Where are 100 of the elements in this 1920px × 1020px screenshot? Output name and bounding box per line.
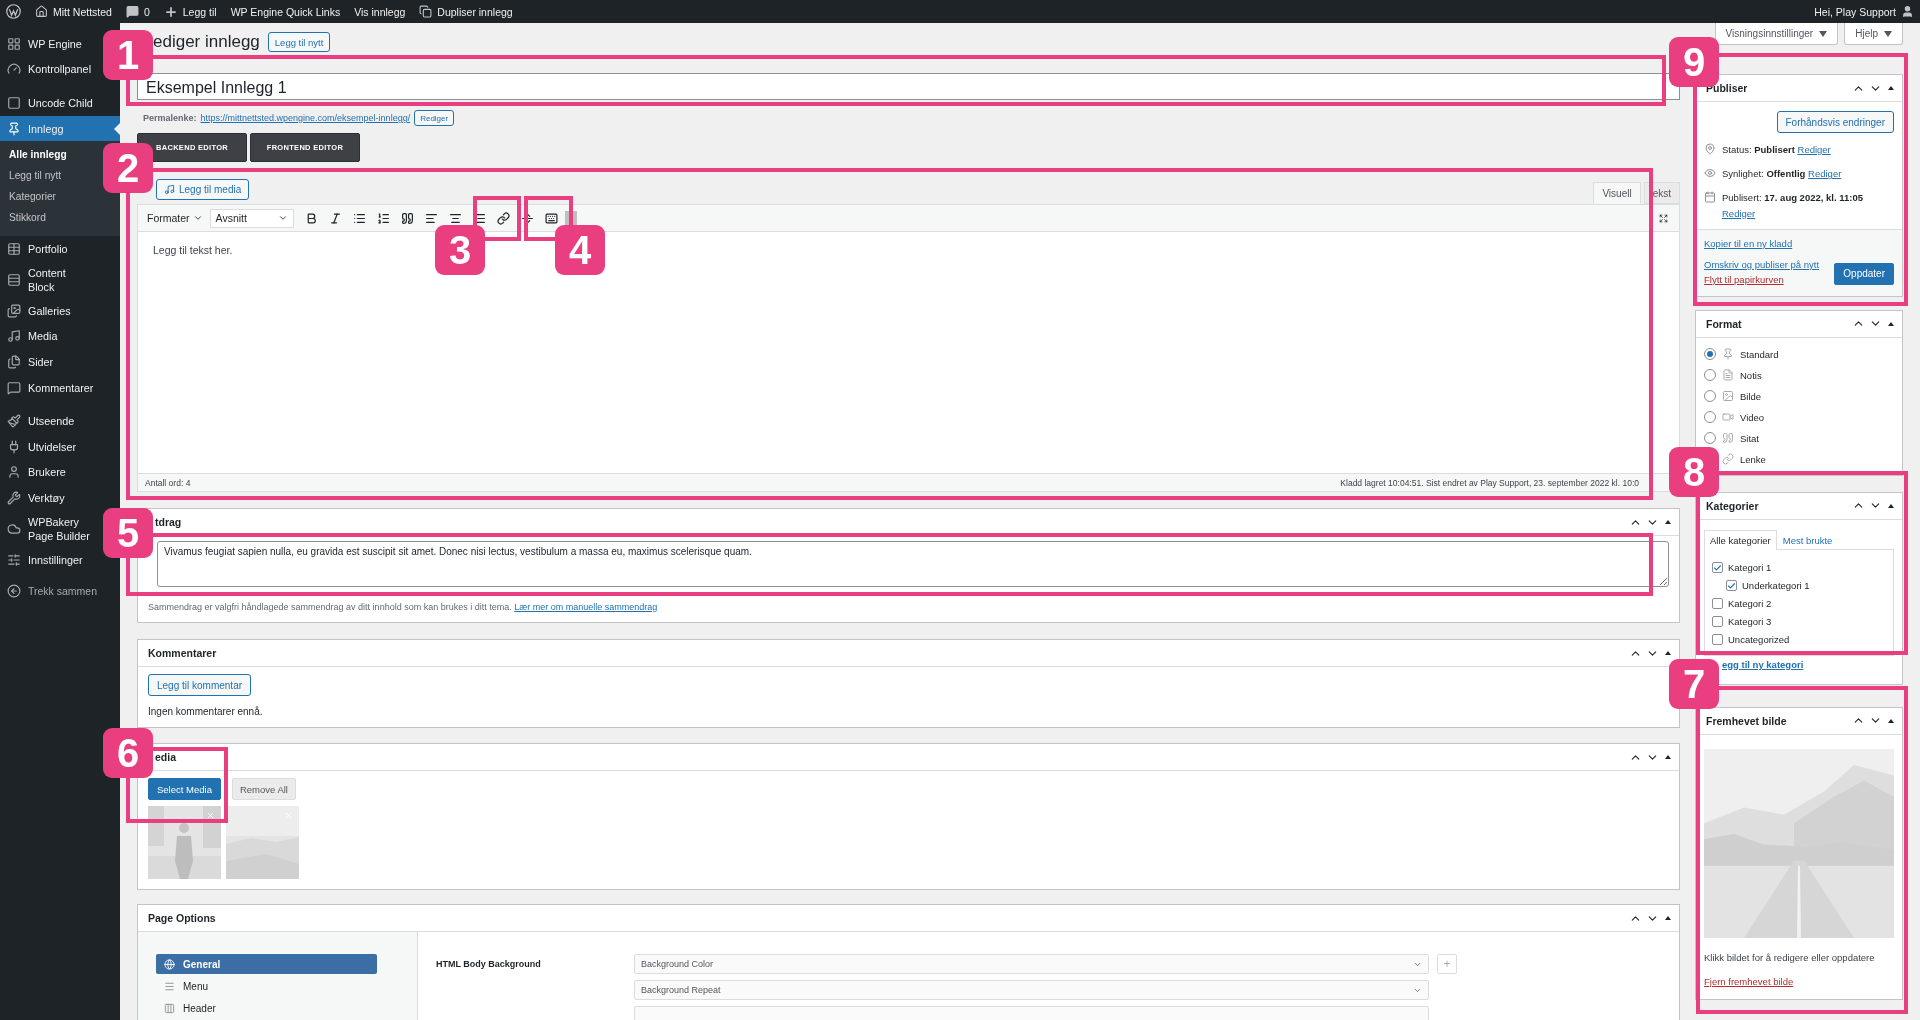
sidebar-item[interactable]: Utseende — [0, 408, 81, 434]
sidebar-item[interactable]: Portfolio — [0, 236, 74, 262]
title-field[interactable]: Eksempel Innlegg 1 — [137, 73, 1680, 100]
sidebar-item[interactable]: Kommentarer — [0, 374, 100, 401]
images-icon — [7, 303, 21, 318]
help-button[interactable]: Hjelp — [1844, 23, 1903, 45]
collapse-icon — [7, 584, 21, 599]
select-media-button[interactable]: Select Media — [148, 778, 221, 800]
submenu-item[interactable]: Stikkord — [0, 209, 55, 231]
collapse-triangle-icon[interactable] — [1886, 84, 1896, 92]
checkbox[interactable] — [1712, 616, 1723, 628]
submenu-item[interactable]: Kategorier — [0, 188, 65, 210]
collapse-triangle-icon[interactable] — [1663, 518, 1673, 526]
radio-button[interactable] — [1704, 369, 1716, 382]
category-tab[interactable]: Mest brukte — [1776, 529, 1839, 550]
edit-link[interactable]: Rediger — [1808, 168, 1842, 180]
sidebar-item[interactable]: Brukere — [0, 459, 72, 486]
checkbox[interactable] — [1712, 634, 1723, 646]
admin-bar-item[interactable]: WP Engine Quick Links — [230, 5, 341, 18]
sidebar-item[interactable]: Uncode Child — [0, 90, 99, 116]
editor-content[interactable]: Legg til tekst her. — [153, 244, 233, 256]
format-label: Notis — [1740, 369, 1762, 381]
checkbox[interactable] — [1726, 580, 1737, 592]
account-menu[interactable]: Hei, Play Support — [1814, 5, 1914, 18]
radio-button[interactable] — [1704, 390, 1716, 403]
admin-bar-item[interactable]: Vis innlegg — [354, 5, 406, 18]
panel-title: edia — [155, 751, 176, 763]
add-new-button[interactable]: Legg til nytt — [267, 32, 331, 52]
learn-more-link[interactable]: Lær mer om manuelle sammendrag — [514, 602, 658, 612]
formats-dropdown[interactable]: Formater — [143, 212, 207, 224]
submenu-item[interactable]: Alle innlegg — [0, 146, 76, 168]
edit-link[interactable]: Rediger — [1722, 207, 1756, 219]
add-media-button[interactable]: Legg til media — [156, 179, 250, 200]
select-field[interactable]: Background Repeat — [634, 980, 1429, 1000]
rewrite-link[interactable]: Omskriv og publiser på nytt — [1704, 258, 1820, 270]
media-icon — [7, 329, 21, 344]
pin-icon — [1722, 348, 1734, 361]
radio-button[interactable] — [1704, 348, 1716, 361]
sidebar-item[interactable]: WP Engine — [0, 31, 88, 57]
calendar-icon — [1704, 191, 1716, 204]
options-nav-item[interactable]: General — [156, 954, 377, 974]
category-tab[interactable]: Alle kategorier — [1704, 529, 1777, 550]
sidebar-item[interactable]: Content Block — [0, 261, 100, 299]
wordpress-logo-icon[interactable] — [6, 4, 21, 19]
select-field[interactable] — [634, 1006, 1429, 1020]
admin-bar-item[interactable]: 0 — [125, 5, 150, 18]
options-nav-item[interactable]: Menu — [156, 976, 377, 996]
excerpt-field[interactable]: Vivamus feugiat sapien nulla, eu gravida est suscipit sit amet. Donec nisi lectus, vestibulum a massa eu, maximus scelerisque quam. — [157, 541, 1669, 587]
checkbox[interactable] — [1712, 598, 1723, 610]
block-format-select[interactable]: Avsnitt — [209, 208, 294, 228]
edit-link[interactable]: Rediger — [1797, 144, 1831, 155]
no-comments-text: Ingen kommentarer ennå. — [148, 706, 264, 717]
permalink-label: Permalenke: — [143, 113, 197, 123]
radio-button[interactable] — [1704, 432, 1716, 445]
checkbox[interactable] — [1712, 562, 1723, 574]
collapse-menu-button[interactable]: Trekk sammen — [0, 580, 120, 603]
update-button[interactable]: Oppdater — [1834, 262, 1894, 285]
collapse-triangle-icon[interactable] — [1663, 914, 1673, 922]
admin-bar-item[interactable]: Mitt Nettsted — [35, 5, 112, 18]
admin-bar-item[interactable]: Dupliser innlegg — [419, 5, 513, 18]
remove-all-button[interactable]: Remove All — [231, 778, 296, 800]
radio-button[interactable] — [1704, 411, 1716, 424]
caret-icon — [192, 213, 203, 223]
permalink-link[interactable]: https://mittnettsted.wpengine.com/eksempel-innlegg/ — [200, 113, 411, 123]
collapse-triangle-icon[interactable] — [1663, 753, 1673, 761]
add-comment-button[interactable]: Legg til kommentar — [148, 674, 252, 696]
sidebar-item[interactable]: Galleries — [0, 298, 77, 324]
annotation-badge: 2 — [103, 143, 153, 193]
italic-icon — [328, 211, 342, 225]
remove-icon[interactable] — [206, 811, 215, 820]
sidebar-item[interactable]: Utvidelser — [0, 434, 82, 460]
editor-tab[interactable]: Visuell — [1593, 182, 1641, 204]
sidebar-item[interactable]: Media — [0, 323, 64, 350]
preview-button[interactable]: Forhåndsvis endringer — [1776, 111, 1894, 133]
screen-options-button[interactable]: Visningsinnstillinger — [1714, 23, 1839, 45]
note-icon — [1722, 369, 1734, 382]
collapse-triangle-icon[interactable] — [1663, 649, 1673, 657]
sidebar-item[interactable]: Verktøy — [0, 485, 71, 511]
submenu-item[interactable]: Legg til nytt — [0, 167, 71, 189]
video-icon — [1722, 411, 1734, 424]
copy-draft-link[interactable]: Kopier til en ny kladd — [1704, 237, 1820, 249]
admin-bar-item[interactable]: Legg til — [163, 4, 217, 19]
caret-icon — [1819, 30, 1828, 37]
category-label: Underkategori 1 — [1742, 580, 1810, 592]
sidebar-item[interactable]: WPBakery Page Builder — [0, 510, 100, 547]
sidebar-item[interactable]: Innstillinger — [0, 546, 89, 573]
add-category-link[interactable]: egg til ny kategori — [1722, 658, 1804, 670]
annotation-badge: 3 — [435, 225, 485, 275]
remove-featured-image-link[interactable]: Fjern fremhevet bilde — [1704, 975, 1794, 987]
sidebar-item[interactable]: Kontrollpanel — [0, 56, 98, 83]
fullscreen-icon — [1659, 211, 1668, 225]
trash-link[interactable]: Flytt til papirkurven — [1704, 273, 1820, 285]
comment-icon — [7, 380, 21, 395]
edit-permalink-button[interactable]: Rediger — [414, 110, 455, 126]
sidebar-item[interactable]: Innlegg — [0, 115, 120, 142]
select-field[interactable]: Background Color — [634, 954, 1429, 974]
annotation-badge: 7 — [1669, 659, 1719, 709]
annotation-badge: 5 — [103, 508, 153, 558]
sidebar-item[interactable]: Sider — [0, 349, 60, 375]
options-nav-item[interactable]: Header — [156, 998, 377, 1018]
